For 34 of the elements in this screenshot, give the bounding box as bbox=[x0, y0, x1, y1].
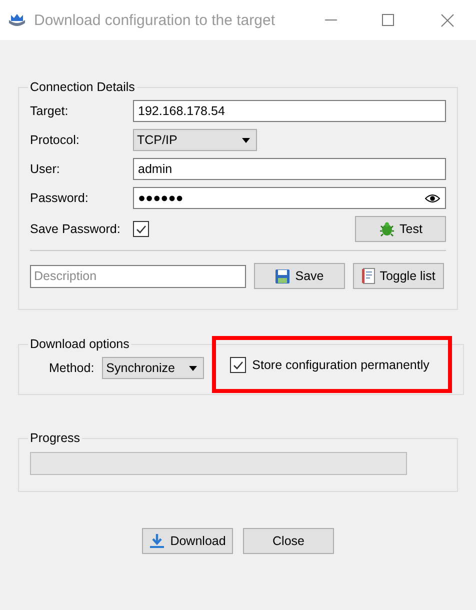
field-label: Password: bbox=[30, 191, 90, 205]
minimize-icon bbox=[325, 19, 337, 21]
group-title: Progress bbox=[29, 431, 82, 445]
download-button[interactable]: Download bbox=[142, 528, 233, 554]
field-label: User: bbox=[30, 162, 61, 176]
field-label: Save Password: bbox=[30, 222, 122, 236]
field-label: Target: bbox=[30, 104, 70, 118]
crown-icon bbox=[8, 12, 26, 28]
group-title: Download options bbox=[29, 337, 130, 351]
checkbox-label: Store configuration permanently bbox=[252, 358, 430, 372]
close-button[interactable]: Close bbox=[243, 528, 334, 554]
maximize-icon bbox=[382, 14, 394, 26]
field-label: Method: bbox=[49, 361, 94, 375]
description-field[interactable]: Description bbox=[30, 264, 246, 288]
field-label: Protocol: bbox=[30, 133, 80, 147]
input-field[interactable]: admin bbox=[133, 158, 446, 180]
toggle-list-button[interactable]: Toggle list bbox=[353, 263, 444, 289]
caret-icon bbox=[242, 138, 250, 142]
protocol-dropdown[interactable]: TCP/IP bbox=[133, 129, 257, 151]
checkbox[interactable] bbox=[133, 221, 149, 237]
window-title: Download configuration to the target bbox=[34, 12, 275, 28]
check-icon bbox=[135, 223, 147, 235]
download-icon bbox=[149, 533, 166, 549]
save-button[interactable]: Save bbox=[254, 263, 345, 289]
notebook-icon bbox=[362, 268, 375, 284]
input-field[interactable]: 192.168.178.54 bbox=[133, 100, 446, 122]
group-title: Connection Details bbox=[29, 80, 136, 94]
password-field[interactable]: ●●●●●● bbox=[133, 187, 446, 209]
bug-icon bbox=[378, 221, 395, 237]
method-dropdown[interactable]: Synchronize bbox=[102, 357, 204, 379]
test-button[interactable]: Test bbox=[355, 216, 446, 242]
eye-icon[interactable] bbox=[425, 194, 440, 203]
checkbox[interactable] bbox=[230, 356, 246, 372]
caret-icon bbox=[189, 366, 198, 370]
